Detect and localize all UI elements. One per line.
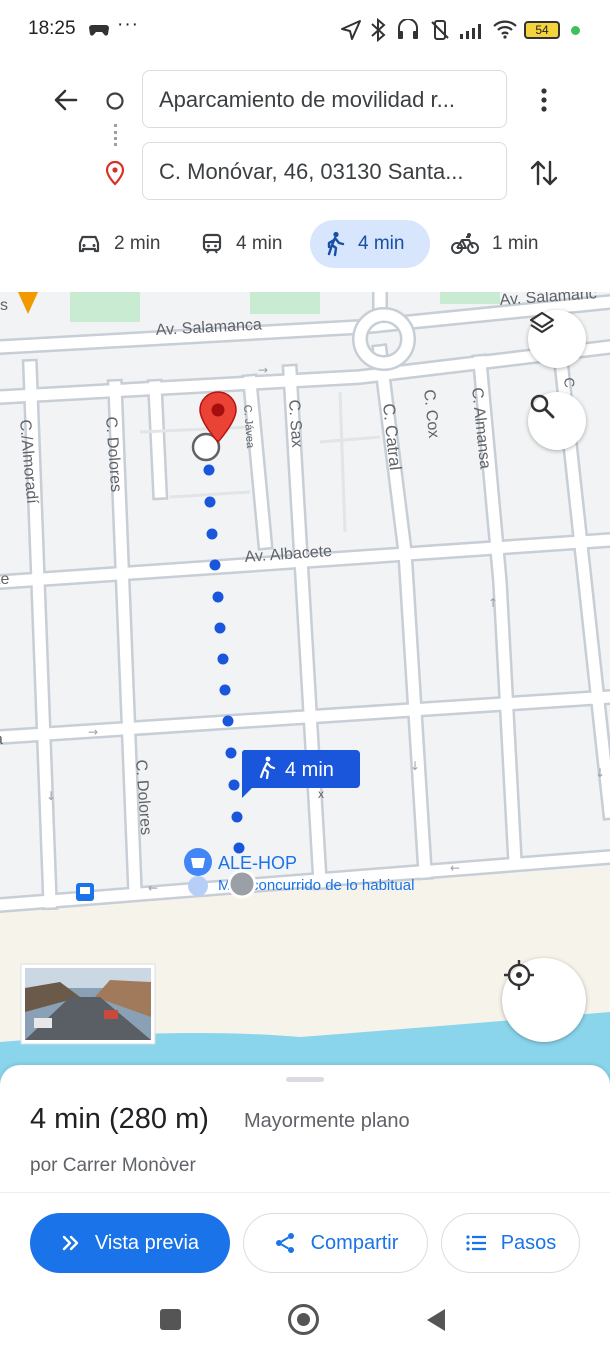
route-via: por Carrer Monòver [30,1155,196,1176]
battery-indicator: 54 [524,21,560,39]
walk-icon [327,231,345,257]
svg-text:↓: ↓ [46,789,56,803]
mode-tab-bike[interactable]: 1 min [436,220,552,268]
svg-text:←: ← [148,881,158,895]
divider [0,1192,610,1193]
crosshair-icon [504,960,534,990]
travel-mode-tabs: 2 min 4 min 4 min 1 min [0,220,610,268]
train-icon [202,233,222,254]
route-time-badge-label: 4 min [285,759,334,781]
destination-input[interactable]: C. Monóvar, 46, 03130 Santa... [142,142,507,200]
street-label-x: x [318,787,324,801]
route-terrain: Mayormente plano [244,1110,410,1132]
signal-icon [460,24,481,39]
svg-text:↑: ↑ [488,596,498,610]
route-connector [114,124,117,146]
street-view-thumbnail[interactable] [20,963,156,1045]
share-button-label: Compartir [310,1231,399,1254]
steps-button-label: Pasos [500,1231,557,1254]
bluetooth-icon [371,17,386,43]
bike-icon [451,233,479,254]
recents-nav-button[interactable] [160,1309,181,1330]
origin-input[interactable]: Aparcamiento de movilidad r... [142,70,507,128]
street-label-te: te [0,571,9,588]
destination-pin-icon [105,160,125,186]
poi-status: concurrido de lo habitual [251,877,414,894]
list-icon [466,1235,486,1251]
directions-header: Aparcamiento de movilidad r... C. Monóva… [0,60,610,292]
back-arrow-icon[interactable] [50,84,82,116]
drag-handle[interactable] [286,1077,324,1082]
status-bar: 18:25 ··· 54 [0,0,610,60]
svg-text:→: → [258,363,268,377]
street-label-a: a [0,731,3,748]
svg-text:←: ← [450,861,460,875]
mode-transit-label: 4 min [236,233,283,254]
map-view[interactable]: → → ← ← ↑ ↓ ↓ ↓ Av. Salamanca Av. Salamanc Av… [0,292,610,1092]
wifi-icon [493,20,517,39]
double-chevron-icon [62,1235,79,1251]
mode-walk-label: 4 min [358,233,405,254]
share-icon [275,1233,294,1253]
share-button[interactable]: Compartir [243,1213,428,1273]
street-label-sax: C. Sax [285,399,305,448]
status-time: 18:25 [28,18,76,39]
privacy-dot [571,26,580,35]
steps-button[interactable]: Pasos [441,1213,580,1273]
street-label-s: s [0,297,8,314]
my-location-button[interactable] [502,958,586,1042]
layers-icon [529,311,555,334]
back-nav-button[interactable] [424,1307,448,1333]
origin-circle-icon [106,92,124,110]
car-icon [78,235,100,253]
svg-text:→: → [88,725,98,739]
mode-tab-walk[interactable]: 4 min [310,220,430,268]
home-nav-button[interactable] [288,1304,319,1335]
mode-drive-label: 2 min [114,233,161,254]
preview-button-label: Vista previa [94,1231,200,1254]
vibrate-mute-icon [431,20,449,40]
mode-tab-transit[interactable]: 4 min [186,220,296,268]
start-location-marker[interactable] [227,869,257,899]
search-along-route-button[interactable] [528,392,586,450]
location-arrow-icon [341,20,361,40]
layers-button[interactable] [528,310,586,368]
mode-bike-label: 1 min [492,233,539,254]
status-more-dots: ··· [117,14,139,35]
more-vert-icon[interactable] [530,84,558,116]
game-controller-icon [89,25,109,36]
preview-button[interactable]: Vista previa [30,1213,230,1273]
route-bottom-sheet[interactable]: 4 min (280 m) Mayormente plano por Carre… [0,1065,610,1356]
poi-name[interactable]: ALE-HOP [218,853,297,873]
headphones-icon [398,19,418,39]
street-label-c: C [561,377,578,389]
search-icon [530,394,555,419]
svg-text:↓: ↓ [410,759,420,773]
mode-tab-drive[interactable]: 2 min [62,220,174,268]
svg-text:↓: ↓ [595,766,605,780]
route-duration-distance: 4 min (280 m) [30,1103,209,1135]
swap-icon[interactable] [527,156,561,190]
